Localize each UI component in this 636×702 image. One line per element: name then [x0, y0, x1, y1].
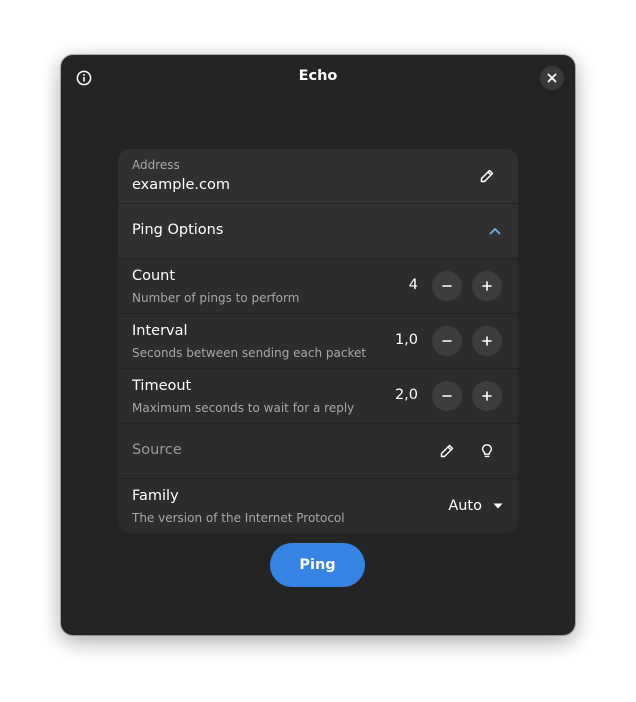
timeout-increment-button[interactable] — [472, 381, 502, 411]
plus-icon — [482, 336, 492, 346]
family-selected-value: Auto — [448, 498, 482, 514]
timeout-decrement-button[interactable] — [432, 381, 462, 411]
family-dropdown[interactable]: Auto — [448, 494, 504, 518]
count-value[interactable]: 4 — [378, 277, 418, 293]
source-entry-row[interactable]: Source — [118, 424, 518, 479]
address-edit-button[interactable] — [472, 161, 502, 191]
count-title: Count — [132, 268, 176, 284]
window-title: Echo — [298, 68, 338, 84]
expander-toggle[interactable] — [480, 216, 510, 246]
plus-icon — [482, 391, 492, 401]
count-row: Count Number of pings to perform 4 — [118, 259, 518, 314]
close-icon — [547, 73, 557, 83]
echo-window: Echo Address example.com Ping Options Co… — [61, 55, 575, 635]
interval-decrement-button[interactable] — [432, 326, 462, 356]
minus-icon — [442, 285, 452, 287]
source-edit-button[interactable] — [432, 436, 462, 466]
count-subtitle: Number of pings to perform — [132, 291, 300, 305]
ping-settings-list: Address example.com Ping Options Count N… — [118, 149, 518, 533]
interval-subtitle: Seconds between sending each packet — [132, 346, 367, 360]
pan-down-icon — [493, 503, 503, 509]
minus-icon — [442, 340, 452, 342]
plus-icon — [482, 281, 492, 291]
interval-increment-button[interactable] — [472, 326, 502, 356]
source-suggest-button[interactable] — [472, 436, 502, 466]
count-decrement-button[interactable] — [432, 271, 462, 301]
family-subtitle: The version of the Internet Protocol — [132, 511, 345, 525]
header-bar: Echo — [61, 55, 575, 101]
pencil-icon — [480, 169, 494, 183]
family-row[interactable]: Family The version of the Internet Proto… — [118, 479, 518, 533]
ping-options-expander[interactable]: Ping Options — [118, 204, 518, 259]
interval-value[interactable]: 1,0 — [378, 332, 418, 348]
address-entry-row[interactable]: Address example.com — [118, 149, 518, 204]
minus-icon — [442, 395, 452, 397]
count-increment-button[interactable] — [472, 271, 502, 301]
family-title: Family — [132, 488, 179, 504]
ping-button[interactable]: Ping — [270, 543, 365, 587]
source-input[interactable]: Source — [132, 442, 182, 458]
timeout-subtitle: Maximum seconds to wait for a reply — [132, 401, 355, 415]
timeout-row: Timeout Maximum seconds to wait for a re… — [118, 369, 518, 424]
address-label: Address — [132, 158, 180, 172]
interval-row: Interval Seconds between sending each pa… — [118, 314, 518, 369]
timeout-title: Timeout — [132, 378, 192, 394]
lightbulb-icon — [481, 444, 493, 458]
timeout-value[interactable]: 2,0 — [378, 387, 418, 403]
close-button[interactable] — [540, 66, 564, 90]
chevron-up-icon — [489, 228, 501, 235]
interval-title: Interval — [132, 323, 188, 339]
pencil-icon — [440, 444, 454, 458]
address-input[interactable]: example.com — [132, 177, 230, 193]
ping-options-title: Ping Options — [132, 222, 224, 238]
